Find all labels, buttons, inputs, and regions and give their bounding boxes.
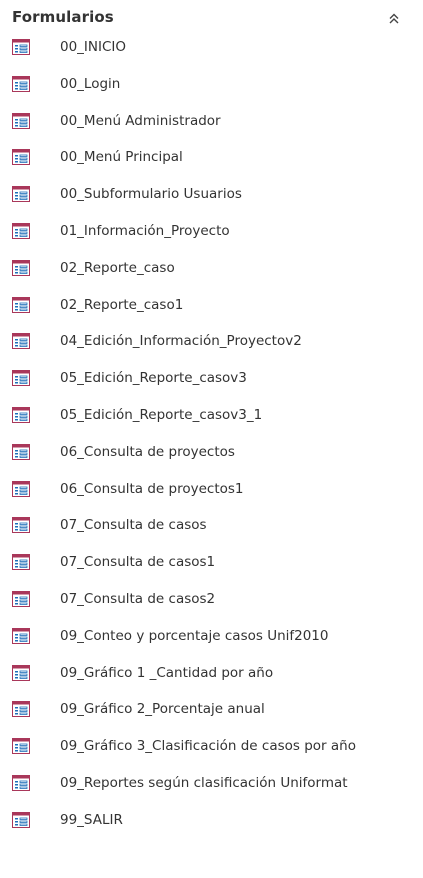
form-icon [12,296,30,313]
list-item[interactable]: 09_Reportes según clasificación Uniforma… [0,772,423,809]
form-icon [12,149,30,166]
list-item-label: 09_Reportes según clasificación Uniforma… [60,774,348,791]
form-icon [12,738,30,755]
list-item[interactable]: 00_Login [0,73,423,110]
list-item-label: 04_Edición_Información_Proyectov2 [60,333,302,350]
list-item-label: 02_Reporte_caso [60,259,175,276]
form-icon [12,39,30,55]
list-item-label: 07_Consulta de casos1 [60,554,216,571]
list-item[interactable]: 09_Gráfico 3_Clasificación de casos por … [0,735,423,772]
form-icon [12,664,30,681]
list-item-label: 09_Gráfico 2_Porcentaje anual [60,701,265,718]
list-item-label: 00_Login [60,75,121,92]
list-item-label: 00_Subformulario Usuarios [60,186,242,203]
forms-list: 00_INICIO 00_Login 00_Menú Administrador 00… [0,36,423,846]
list-item[interactable]: 07_Consulta de casos2 [0,588,423,625]
form-icon [12,259,30,276]
list-item[interactable]: 02_Reporte_caso1 [0,294,423,331]
list-item-label: 05_Edición_Reporte_casov3 [60,370,247,387]
form-icon [12,480,30,497]
list-item[interactable]: 05_Edición_Reporte_casov3 [0,367,423,404]
form-icon [12,112,30,129]
list-item[interactable]: 09_Conteo y porcentaje casos Unif2010 [0,625,423,662]
list-item-label: 09_Conteo y porcentaje casos Unif2010 [60,627,329,644]
form-icon [12,186,30,203]
form-icon [12,406,30,423]
list-item[interactable]: 05_Edición_Reporte_casov3_1 [0,404,423,441]
form-icon [12,333,30,350]
list-item-label: 09_Gráfico 1 _Cantidad por año [60,664,274,681]
form-icon [12,774,30,791]
list-item-label: 07_Consulta de casos [60,517,207,534]
list-item[interactable]: 00_Menú Administrador [0,110,423,147]
list-item[interactable]: 99_SALIR [0,809,423,846]
navigation-pane: Formularios 00_INICIO 00_Login 00_Menú Adm… [0,0,423,878]
list-item[interactable]: 01_Información_Proyecto [0,220,423,257]
group-title: Formularios [12,8,114,26]
list-item[interactable]: 02_Reporte_caso [0,257,423,294]
form-icon [12,443,30,460]
form-icon [12,370,30,387]
list-item[interactable]: 07_Consulta de casos1 [0,551,423,588]
list-item-label: 09_Gráfico 3_Clasificación de casos por … [60,738,356,755]
list-item[interactable]: 09_Gráfico 1 _Cantidad por año [0,662,423,699]
form-icon [12,627,30,644]
list-item-label: 99_SALIR [60,811,123,828]
list-item-label: 06_Consulta de proyectos1 [60,480,244,497]
list-item[interactable]: 00_Menú Principal [0,146,423,183]
list-item[interactable]: 06_Consulta de proyectos [0,441,423,478]
list-item-label: 07_Consulta de casos2 [60,590,216,607]
list-item-label: 01_Información_Proyecto [60,222,230,239]
form-icon [12,222,30,239]
list-item-label: 05_Edición_Reporte_casov3_1 [60,406,263,423]
list-item-label: 06_Consulta de proyectos [60,443,235,460]
form-icon [12,811,30,828]
form-icon [12,75,30,92]
form-icon [12,517,30,534]
list-item[interactable]: 06_Consulta de proyectos1 [0,478,423,515]
list-item[interactable]: 04_Edición_Información_Proyectov2 [0,330,423,367]
form-icon [12,701,30,718]
list-item[interactable]: 00_INICIO [0,36,423,73]
list-item-label: 02_Reporte_caso1 [60,296,184,313]
chevron-double-up-icon[interactable] [387,12,401,26]
forms-group-header[interactable]: Formularios [0,0,423,36]
list-item-label: 00_Menú Principal [60,149,183,166]
form-icon [12,554,30,571]
list-item-label: 00_Menú Administrador [60,112,221,129]
list-item[interactable]: 07_Consulta de casos [0,514,423,551]
list-item[interactable]: 09_Gráfico 2_Porcentaje anual [0,698,423,735]
list-item-label: 00_INICIO [60,39,127,55]
list-item[interactable]: 00_Subformulario Usuarios [0,183,423,220]
form-icon [12,590,30,607]
